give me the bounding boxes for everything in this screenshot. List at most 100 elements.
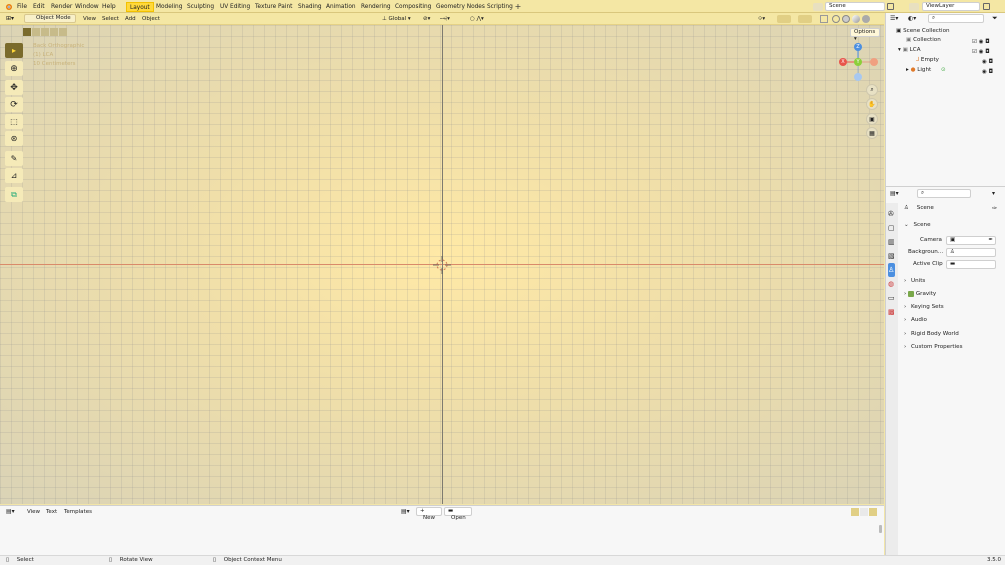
gizmo-x-icon[interactable]: X (839, 58, 847, 66)
viewport-menu-select[interactable]: Select (102, 15, 119, 23)
3d-cursor-icon[interactable] (433, 256, 451, 274)
eyedropper-icon[interactable]: ✒ (988, 237, 993, 244)
custom-properties-panel[interactable]: › Custom Properties (904, 343, 963, 352)
tab-modeling[interactable]: Modeling (153, 2, 185, 12)
rendered-shading-icon[interactable] (862, 15, 870, 23)
outliner-search-input[interactable]: ⌕ (928, 14, 984, 23)
transform-tool[interactable]: ⊛ (5, 131, 23, 146)
zoom-icon[interactable]: ⌕ (866, 84, 878, 96)
gizmo-y-icon[interactable]: Y (854, 58, 862, 66)
pivot-icon[interactable]: ⊘▾ (423, 15, 430, 23)
gizmo-toggle-icon[interactable] (777, 15, 791, 23)
grid-view-icon[interactable]: ▦ (866, 127, 878, 139)
tab-shading[interactable]: Shading (295, 2, 325, 12)
transform-orientation-dropdown[interactable]: ⊥ Global ▾ (382, 15, 411, 23)
tab-compositing[interactable]: Compositing (392, 2, 434, 12)
tab-animation[interactable]: Animation (323, 2, 359, 12)
keying-sets-panel[interactable]: › Keying Sets (904, 303, 944, 312)
scene-section-header[interactable]: ⌄ Scene (904, 221, 931, 230)
options-dropdown[interactable]: Options ▾ (850, 28, 880, 42)
cursor-tool[interactable]: ⊕ (5, 61, 23, 76)
material-shading-icon[interactable] (852, 15, 860, 23)
units-panel[interactable]: › Units (904, 277, 925, 286)
properties-options-icon[interactable]: ▾ (992, 190, 995, 197)
overlay-toggle-icon[interactable] (798, 15, 812, 23)
menu-file[interactable]: File (17, 2, 27, 11)
outliner-editor-type-icon[interactable]: ☰▾ (890, 15, 898, 22)
exclude-checkbox[interactable]: ☑ (972, 39, 977, 45)
viewport-menu-view[interactable]: View (83, 15, 96, 23)
active-clip-field[interactable]: ▬ (946, 260, 996, 269)
display-mode-icon[interactable]: ◐▾ (908, 15, 916, 22)
xray-icon[interactable] (820, 15, 828, 23)
viewlayer-field[interactable]: ViewLayer (922, 2, 980, 11)
text-menu-templates[interactable]: Templates (64, 508, 92, 516)
tab-uv-editing[interactable]: UV Editing (217, 2, 253, 12)
blender-logo-icon[interactable] (4, 2, 13, 11)
rotate-tool[interactable]: ⟳ (5, 97, 23, 112)
text-editor-scrollbar[interactable] (879, 525, 882, 533)
viewport-menu-add[interactable]: Add (125, 15, 136, 23)
expand-arrow-icon[interactable]: ▾ (898, 47, 901, 53)
new-scene-icon[interactable] (887, 3, 894, 10)
pan-hand-icon[interactable]: ✋ (866, 98, 878, 110)
tab-texture-paint[interactable]: Texture Paint (252, 2, 295, 12)
view-layer-tab-icon[interactable]: ▧ (888, 249, 895, 263)
tab-layout[interactable]: Layout (126, 2, 154, 12)
select-new-icon[interactable] (23, 28, 31, 36)
mode-dropdown[interactable]: Object Mode (24, 14, 76, 23)
output-tab-icon[interactable]: ▥ (888, 235, 895, 249)
camera-view-icon[interactable]: ▣ (866, 113, 878, 125)
texture-tab-icon[interactable]: ▩ (888, 305, 895, 319)
snap-icon[interactable]: ⎯⩤▾ (440, 15, 450, 23)
tab-sculpting[interactable]: Sculpting (184, 2, 217, 12)
eye-icon[interactable]: ◉ (979, 39, 984, 45)
render-tab-icon[interactable]: ▢ (888, 221, 895, 235)
menu-window[interactable]: Window (75, 2, 99, 11)
proportional-edit-icon[interactable]: ○ ⋀▾ (470, 15, 484, 23)
gizmo-neg-x-icon[interactable] (870, 58, 878, 66)
audio-panel[interactable]: › Audio (904, 316, 927, 325)
exclude-checkbox[interactable]: ☑ (972, 49, 977, 55)
tool-tab-icon[interactable]: ✇ (888, 207, 895, 221)
eye-icon[interactable]: ◉ (982, 69, 987, 75)
camera-icon[interactable]: ◘ (989, 69, 993, 75)
text-menu-text[interactable]: Text (46, 508, 57, 516)
select-extend-icon[interactable] (32, 28, 40, 36)
scene-field[interactable]: Scene (825, 2, 885, 11)
select-invert-icon[interactable] (50, 28, 58, 36)
solid-shading-icon[interactable] (842, 15, 850, 23)
word-wrap-icon[interactable] (860, 508, 868, 516)
select-box-tool[interactable]: ▸ (5, 43, 23, 58)
visibility-icon[interactable]: ⟐▾ (758, 15, 765, 23)
scene-icon[interactable] (813, 3, 823, 11)
menu-edit[interactable]: Edit (33, 2, 45, 11)
add-cube-tool[interactable]: ⧉ (5, 187, 23, 202)
menu-render[interactable]: Render (51, 2, 72, 11)
text-menu-view[interactable]: View (27, 508, 40, 516)
world-tab-icon[interactable]: ◍ (888, 277, 895, 291)
scene-tab-icon[interactable]: ♙ (888, 263, 895, 277)
camera-icon[interactable]: ◘ (989, 59, 993, 65)
rigid-body-world-panel[interactable]: › Rigid Body World (904, 330, 959, 339)
wireframe-shading-icon[interactable] (832, 15, 840, 23)
select-subtract-icon[interactable] (41, 28, 49, 36)
text-editor-area[interactable] (0, 505, 884, 555)
camera-icon[interactable]: ◘ (985, 39, 989, 45)
add-workspace-button[interactable]: + (514, 2, 522, 12)
menu-help[interactable]: Help (102, 2, 116, 11)
outliner-scene-collection[interactable]: ▣ Scene Collection (886, 27, 1004, 36)
tab-rendering[interactable]: Rendering (358, 2, 394, 12)
editor-type-icon[interactable]: ⊞▾ (6, 15, 19, 23)
camera-field[interactable]: ▣ ✒ (946, 236, 996, 245)
eye-icon[interactable]: ◉ (982, 59, 987, 65)
text-browse-icon[interactable]: ▤▾ (401, 508, 410, 515)
properties-search-input[interactable]: ⌕ (917, 189, 971, 198)
annotate-tool[interactable]: ✎ (5, 151, 23, 166)
line-numbers-icon[interactable] (851, 508, 859, 516)
background-field[interactable]: ♙ (946, 248, 996, 257)
syntax-highlight-icon[interactable] (869, 508, 877, 516)
measure-tool[interactable]: ⊿ (5, 168, 23, 183)
properties-editor-type-icon[interactable]: ▤▾ (890, 190, 899, 197)
gizmo-z-icon[interactable]: Z (854, 43, 862, 51)
